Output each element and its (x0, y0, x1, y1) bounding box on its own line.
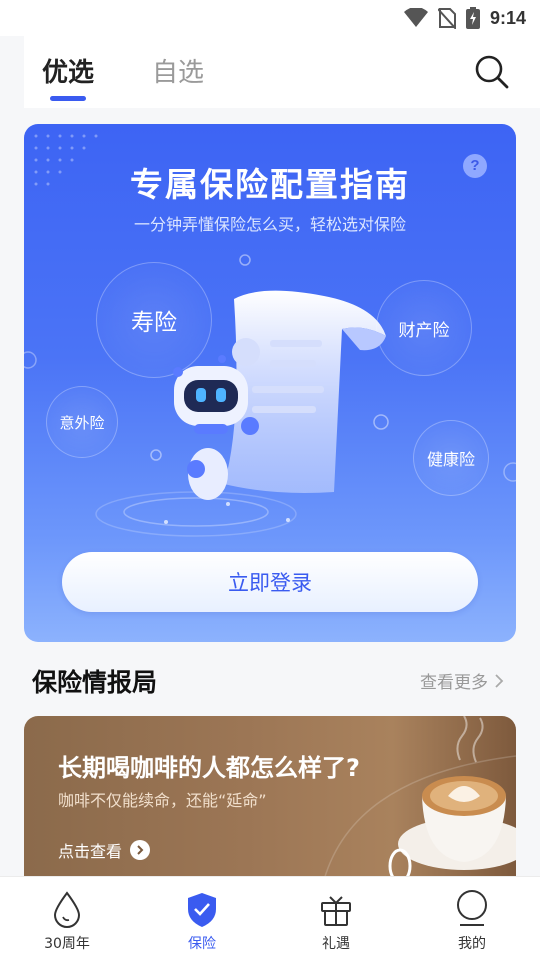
nav-label-profile: 我的 (458, 936, 486, 952)
search-button[interactable] (474, 54, 510, 90)
login-button[interactable]: 立即登录 (62, 552, 478, 612)
tab-preferred[interactable]: 优选 (42, 52, 94, 89)
wifi-icon (403, 8, 428, 27)
status-bar: 9:14 (0, 0, 540, 36)
read-article-label: 点击查看 (58, 842, 123, 861)
nav-label-anniversary: 30周年 (44, 936, 90, 952)
bottom-nav: 30周年 保险 礼遇 我的 (0, 876, 540, 960)
view-more-link[interactable]: 查看更多 (420, 668, 504, 693)
nav-label-insurance: 保险 (188, 936, 216, 952)
profile-icon (457, 890, 487, 926)
article-subtitle: 咖啡不仅能续命，还能“延命” (58, 791, 267, 810)
article-title: 长期喝咖啡的人都怎么样了? (58, 754, 360, 782)
view-more-label: 查看更多 (420, 673, 488, 693)
nav-item-profile[interactable]: 我的 (427, 877, 517, 960)
arrow-right-icon (130, 840, 151, 860)
chevron-right-icon (495, 673, 504, 688)
tab-custom[interactable]: 自选 (152, 52, 204, 89)
article-card[interactable]: 长期喝咖啡的人都怎么样了? 咖啡不仅能续命，还能“延命” 点击查看 (24, 716, 516, 880)
nav-label-gifts: 礼遇 (322, 936, 350, 952)
gift-box-icon (321, 896, 351, 926)
nav-item-gifts[interactable]: 礼遇 (291, 877, 381, 960)
battery-charging-icon (465, 7, 480, 29)
status-time: 9:14 (489, 7, 526, 28)
hero-banner: 专属保险配置指南 一分钟弄懂保险怎么买，轻松选对保险 ? 寿险 财产险 意外险 … (24, 124, 516, 642)
tab-indicator (50, 96, 86, 101)
search-icon (475, 55, 509, 89)
nav-item-anniversary[interactable]: 30周年 (22, 877, 112, 960)
section-title: 保险情报局 (32, 668, 158, 697)
drop-icon (53, 891, 81, 928)
nav-item-insurance[interactable]: 保险 (157, 877, 247, 960)
read-article-link[interactable]: 点击查看 (58, 838, 151, 862)
status-icons: 9:14 (403, 6, 526, 30)
shield-check-icon (188, 893, 216, 927)
no-sim-icon (437, 8, 456, 29)
